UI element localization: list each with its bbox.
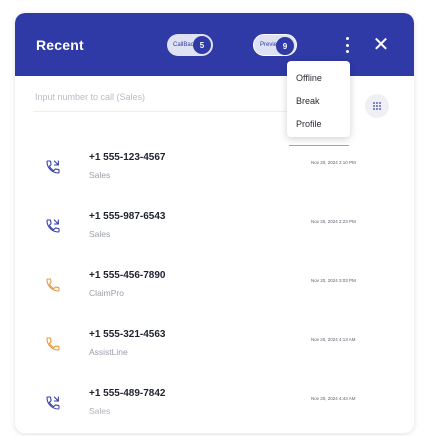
call-source: Sales [89, 229, 111, 239]
call-timestamp: Nov 20, 2024 4:13 AM [311, 337, 356, 342]
call-timestamp: Nov 20, 2024 2:23 PM [311, 219, 356, 224]
preview-count-badge: 9 [276, 37, 294, 55]
call-source: ClaimPro [89, 288, 124, 298]
call-number: +1 555-321-4563 [89, 329, 166, 340]
status-menu-item-profile[interactable]: Profile [296, 119, 322, 129]
call-row[interactable]: +1 555-456-7890 ClaimPro Nov 20, 2024 3:03… [15, 266, 414, 330]
list-fade [15, 405, 414, 433]
call-timestamp: Nov 20, 2024 3:03 PM [311, 278, 356, 283]
call-number: +1 555-123-4567 [89, 152, 166, 163]
call-row[interactable]: +1 555-321-4563 AssistLine Nov 20, 2024 4:… [15, 325, 414, 389]
status-menu: Offline Break Profile [287, 61, 350, 137]
preview-toggle[interactable]: Preview 9 [253, 34, 297, 56]
callback-toggle[interactable]: CallBack 5 [167, 34, 213, 56]
status-menu-item-offline[interactable]: Offline [296, 73, 322, 83]
call-source: AssistLine [89, 347, 128, 357]
call-source: Sales [89, 170, 111, 180]
call-row[interactable]: +1 555-987-6543 Sales Nov 20, 2024 2:23 PM [15, 207, 414, 271]
callback-count-badge: 5 [193, 36, 211, 54]
dialpad-icon[interactable] [365, 94, 389, 118]
call-timestamp: Nov 20, 2024 2:10 PM [311, 160, 356, 165]
status-menu-underline [289, 145, 349, 146]
recent-calls-panel: Recent CallBack 5 Preview 9 ✕ +1 555-123… [15, 13, 414, 433]
outgoing-call-icon[interactable] [34, 207, 72, 245]
header-bar: Recent CallBack 5 Preview 9 ✕ [15, 13, 414, 76]
outgoing-call-icon[interactable] [34, 148, 72, 186]
incoming-call-icon[interactable] [34, 266, 72, 304]
call-timestamp: Nov 20, 2024 4:43 AM [311, 396, 356, 401]
call-row[interactable]: +1 555-123-4567 Sales Nov 20, 2024 2:10 PM [15, 148, 414, 212]
call-number: +1 555-489-7842 [89, 388, 166, 399]
status-menu-item-break[interactable]: Break [296, 96, 320, 106]
page-title: Recent [36, 37, 84, 53]
incoming-call-icon[interactable] [34, 325, 72, 363]
call-number: +1 555-456-7890 [89, 270, 166, 281]
call-number: +1 555-987-6543 [89, 211, 166, 222]
close-icon[interactable]: ✕ [371, 35, 391, 55]
more-options-icon[interactable] [342, 37, 352, 53]
